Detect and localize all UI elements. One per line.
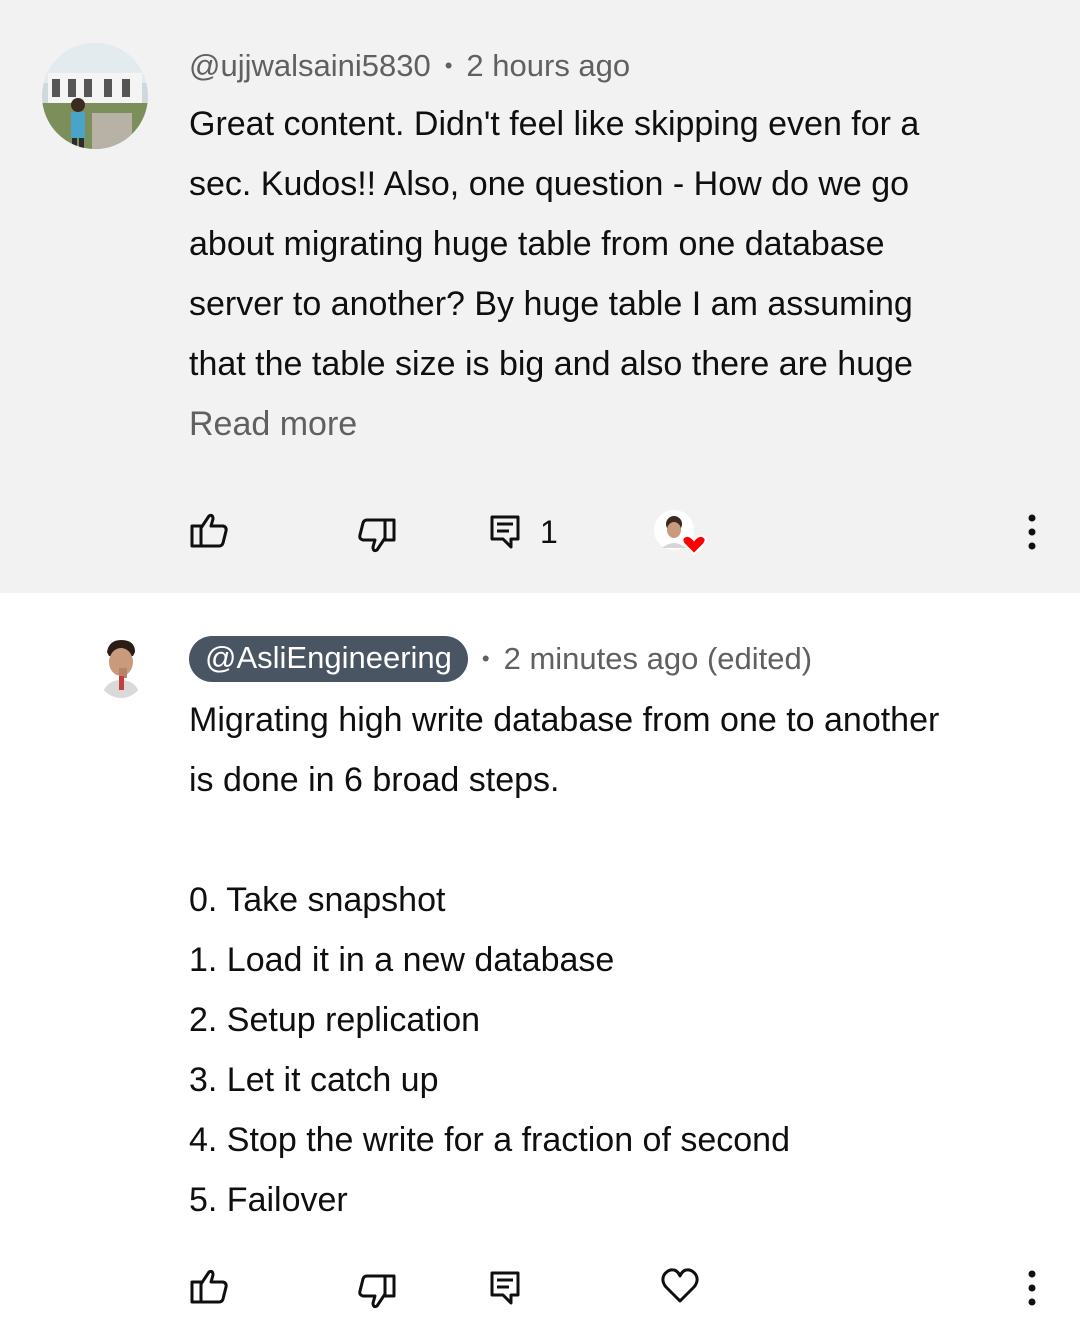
thumbs-up-icon	[190, 513, 228, 548]
thumbs-up-icon	[190, 1269, 228, 1304]
avatar[interactable]	[95, 636, 147, 698]
comment-line: 4. Stop the write for a fraction of seco…	[189, 1121, 790, 1159]
comment-line: 1. Load it in a new database	[189, 941, 615, 979]
more-options-button[interactable]	[1022, 1268, 1042, 1308]
meta-separator: •	[481, 646, 490, 671]
comment-actions: 1	[0, 502, 1080, 562]
heart-icon	[661, 1268, 699, 1303]
creator-author-chip[interactable]: @AsliEngineering	[189, 636, 468, 682]
heart-button[interactable]	[660, 1266, 700, 1306]
comment-actions	[0, 1258, 1080, 1318]
comment-line: Great content. Didn't feel like skipping…	[189, 105, 920, 143]
creator-heart-badge	[652, 508, 710, 560]
comment-line: 5. Failover	[189, 1181, 348, 1219]
avatar[interactable]	[42, 43, 148, 149]
timestamp[interactable]: 2 minutes ago (edited)	[504, 641, 812, 677]
comment-line: sec. Kudos!! Also, one question - How do…	[189, 165, 910, 203]
timestamp[interactable]: 2 hours ago	[466, 48, 630, 84]
more-vert-icon	[1028, 514, 1036, 550]
comment-line: 0. Take snapshot	[189, 881, 446, 919]
dislike-button[interactable]	[357, 516, 397, 556]
reply-button[interactable]	[489, 514, 521, 550]
more-options-button[interactable]	[1022, 512, 1042, 552]
thumbs-down-icon	[358, 1274, 396, 1309]
reply-count: 1	[540, 514, 558, 550]
comment-text: Great content. Didn't feel like skipping…	[189, 94, 1049, 454]
comment-line: server to another? By huge table I am as…	[189, 285, 913, 323]
comment-line: about migrating huge table from one data…	[189, 225, 885, 263]
comment-text: Migrating high write database from one t…	[189, 690, 1049, 1230]
reply-icon	[490, 1271, 520, 1305]
comment-meta: @ujjwalsaini5830 • 2 hours ago	[189, 46, 630, 86]
like-button[interactable]	[189, 1266, 229, 1306]
thumbs-down-icon	[358, 518, 396, 553]
reply-icon	[490, 515, 520, 549]
meta-separator: •	[444, 53, 453, 78]
reply-button[interactable]	[489, 1270, 521, 1306]
comment-1: @ujjwalsaini5830 • 2 hours ago Great con…	[0, 0, 1080, 593]
comment-line	[189, 810, 1049, 870]
like-button[interactable]	[189, 510, 229, 550]
comment-meta: @AsliEngineering • 2 minutes ago (edited…	[189, 636, 812, 682]
comment-line: Migrating high write database from one t…	[189, 701, 940, 739]
comment-line: 3. Let it catch up	[189, 1061, 439, 1099]
comment-line: 2. Setup replication	[189, 1001, 481, 1039]
dislike-button[interactable]	[357, 1272, 397, 1312]
comment-line: is done in 6 broad steps.	[189, 761, 560, 799]
author-name[interactable]: @ujjwalsaini5830	[189, 48, 431, 84]
comment-2: @AsliEngineering • 2 minutes ago (edited…	[0, 593, 1080, 1338]
read-more-link[interactable]: Read more	[189, 394, 1049, 454]
comment-line: that the table size is big and also ther…	[189, 345, 913, 383]
more-vert-icon	[1028, 1270, 1036, 1306]
